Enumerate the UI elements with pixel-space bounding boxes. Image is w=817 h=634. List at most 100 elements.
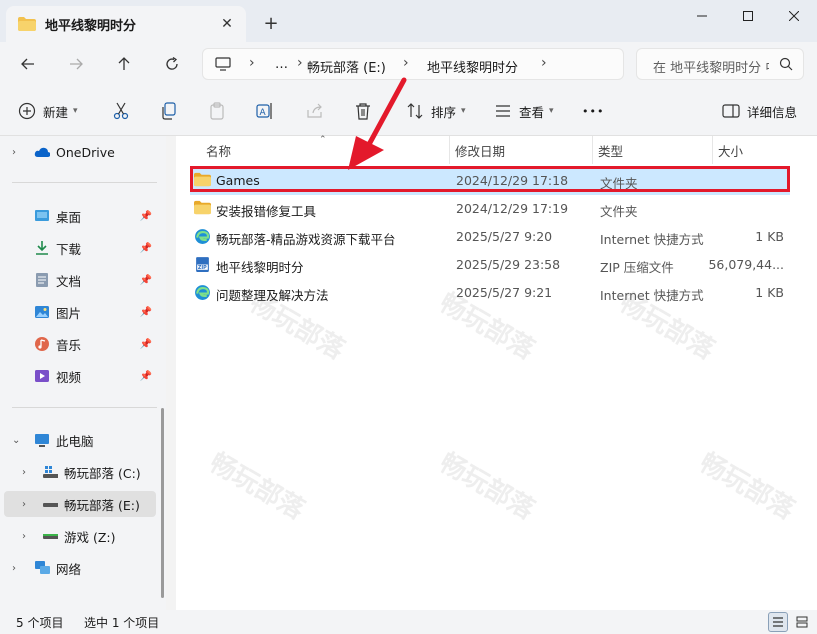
folder-icon [18, 17, 36, 31]
drive-icon [43, 503, 58, 507]
forward-button[interactable] [62, 50, 90, 78]
minimize-button[interactable] [679, 0, 725, 32]
column-header-date[interactable]: 修改日期 [455, 136, 505, 164]
details-view-icon [773, 617, 783, 627]
search-box[interactable]: 在 地平线黎明时分 中搜索 [636, 48, 804, 80]
share-button[interactable] [306, 100, 324, 122]
breadcrumb-folder[interactable]: 地平线黎明时分 [427, 57, 518, 76]
scissors-icon [113, 102, 129, 120]
column-divider[interactable] [449, 136, 450, 164]
file-type: 文件夹 [600, 204, 638, 219]
column-divider[interactable] [592, 136, 593, 164]
sidebar-label: 音乐 [56, 337, 82, 353]
tiles-view-button[interactable] [792, 612, 812, 632]
rename-button[interactable]: A [256, 100, 274, 122]
close-tab-icon[interactable]: ✕ [218, 15, 236, 33]
sidebar-item-downloads[interactable]: 下载 📌 [4, 235, 156, 261]
pin-icon[interactable]: 📌 [140, 275, 152, 286]
new-button[interactable]: 新建 ▾ [18, 100, 78, 122]
more-options-button[interactable]: ••• [582, 100, 604, 122]
breadcrumb-more[interactable]: … [275, 57, 288, 72]
close-window-button[interactable] [771, 0, 817, 32]
chevron-down-icon: ▾ [549, 106, 554, 116]
paste-button[interactable] [208, 100, 226, 122]
refresh-button[interactable] [158, 50, 186, 78]
refresh-icon [166, 57, 178, 70]
tiles-view-icon [796, 616, 808, 628]
sidebar-item-drive-e[interactable]: › 畅玩部落 (E:) [4, 491, 156, 517]
pin-icon[interactable]: 📌 [140, 211, 152, 222]
search-icon [779, 57, 793, 71]
details-view-button[interactable] [768, 612, 788, 632]
pin-icon[interactable]: 📌 [140, 243, 152, 254]
file-name: 畅玩部落-精品游戏资源下载平台 [216, 232, 396, 247]
cut-button[interactable] [112, 100, 130, 122]
chevron-right-icon: › [541, 55, 547, 71]
sidebar-item-videos[interactable]: 视频 📌 [4, 363, 156, 389]
svg-text:ZIP: ZIP [198, 265, 207, 271]
computer-icon [215, 57, 231, 71]
rename-icon: A [256, 103, 272, 119]
file-row[interactable]: ZIP 地平线黎明时分 2025/5/29 23:58 ZIP 压缩文件 56,079,… [190, 251, 790, 279]
column-header-name[interactable]: 名称 [206, 136, 231, 164]
sidebar-label: 畅玩部落 (E:) [64, 497, 140, 513]
watermark: 畅玩部落 [434, 447, 540, 526]
watermark: 畅玩部落 [204, 447, 310, 526]
system-drive-icon [43, 466, 58, 478]
sidebar-item-documents[interactable]: 文档 📌 [4, 267, 156, 293]
watermark: 畅玩部落 [694, 447, 800, 526]
new-label: 新建 [43, 104, 69, 120]
sidebar-item-onedrive[interactable]: › OneDrive [4, 139, 156, 165]
maximize-button[interactable] [725, 0, 771, 32]
sort-label: 排序 [431, 104, 457, 120]
file-date: 2025/5/27 9:21 [456, 285, 553, 300]
new-tab-button[interactable]: + [260, 12, 282, 34]
copy-icon [162, 102, 176, 120]
svg-text:A: A [260, 108, 267, 118]
copy-button[interactable] [160, 100, 178, 122]
file-row[interactable]: 畅玩部落-精品游戏资源下载平台 2025/5/27 9:20 Internet 快捷… [190, 223, 790, 251]
pin-icon[interactable]: 📌 [140, 307, 152, 318]
sidebar-item-drive-c[interactable]: › 畅玩部落 (C:) [4, 459, 156, 485]
status-bar: 5 个项目 选中 1 个项目 [0, 610, 817, 634]
details-label: 详细信息 [747, 104, 798, 120]
sidebar-item-drive-z[interactable]: › 游戏 (Z:) [4, 523, 156, 549]
chevron-right-icon: › [22, 530, 26, 542]
tab-bar: 地平线黎明时分 ✕ + [0, 0, 817, 42]
document-icon [36, 273, 48, 287]
desktop-icon [35, 210, 49, 221]
file-type: Internet 快捷方式 [600, 288, 704, 303]
details-pane-button[interactable]: 详细信息 [722, 100, 797, 122]
column-divider[interactable] [712, 136, 713, 164]
sidebar-label: 此电脑 [56, 433, 94, 449]
close-icon [789, 11, 799, 21]
back-button[interactable] [14, 50, 42, 78]
annotation-highlight-box [190, 166, 790, 192]
music-icon [35, 337, 49, 351]
sidebar-item-desktop[interactable]: 桌面 📌 [4, 203, 156, 229]
sidebar-item-network[interactable]: › 网络 [4, 555, 156, 581]
chevron-right-icon: › [12, 562, 16, 574]
view-button[interactable]: 查看 ▾ [494, 100, 554, 122]
chevron-down-icon: ⌄ [12, 434, 21, 446]
sidebar-item-pictures[interactable]: 图片 📌 [4, 299, 156, 325]
file-name: 安装报错修复工具 [216, 204, 317, 219]
column-header-size[interactable]: 大小 [718, 136, 743, 164]
file-date: 2025/5/27 9:20 [456, 229, 553, 244]
sidebar-scrollbar[interactable] [161, 408, 164, 598]
file-size: 1 KB [755, 285, 784, 300]
file-row[interactable]: 问题整理及解决方法 2025/5/27 9:21 Internet 快捷方式 1 KB [190, 279, 790, 307]
maximize-icon [743, 11, 753, 21]
column-header-type[interactable]: 类型 [598, 136, 623, 164]
tab-current[interactable]: 地平线黎明时分 ✕ [6, 6, 246, 42]
arrow-up-icon [118, 57, 130, 70]
sidebar-item-this-pc[interactable]: ⌄ 此电脑 [4, 427, 156, 453]
up-button[interactable] [110, 50, 138, 78]
file-row[interactable]: 安装报错修复工具 2024/12/29 17:19 文件夹 [190, 195, 790, 223]
chevron-down-icon: ▾ [461, 106, 466, 116]
sidebar-item-music[interactable]: 音乐 📌 [4, 331, 156, 357]
pin-icon[interactable]: 📌 [140, 339, 152, 350]
chevron-right-icon: › [249, 55, 255, 71]
view-list-icon [496, 105, 510, 117]
pin-icon[interactable]: 📌 [140, 371, 152, 382]
